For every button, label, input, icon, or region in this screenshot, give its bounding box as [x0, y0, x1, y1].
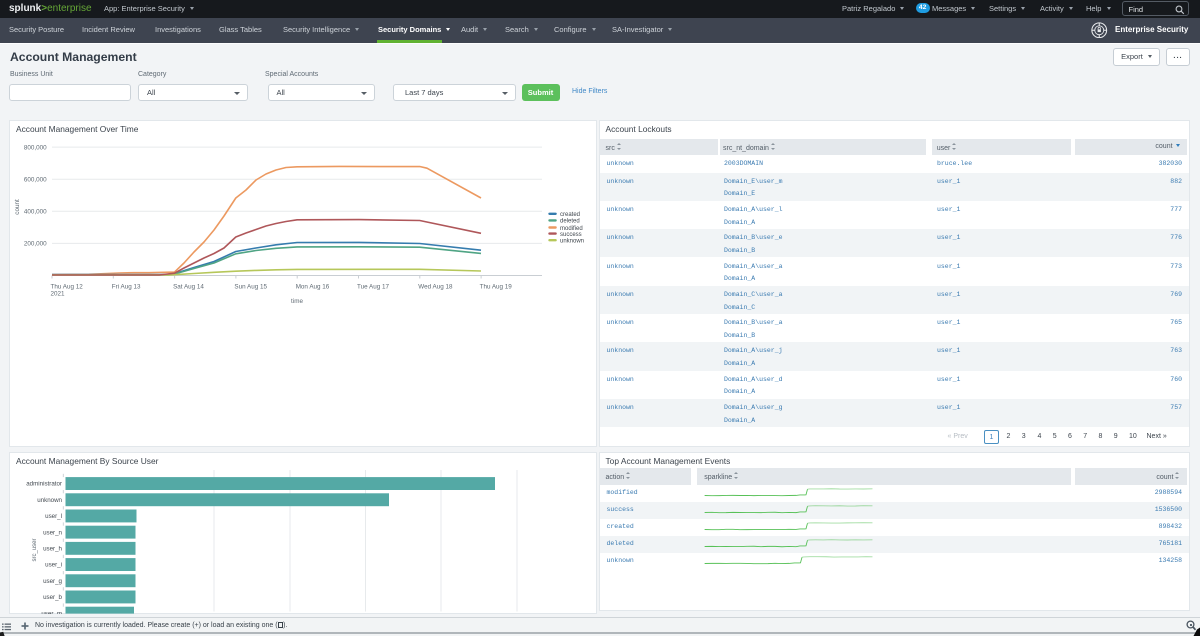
svg-text:user_m: user_m: [41, 610, 62, 614]
svg-text:created: created: [560, 212, 580, 218]
svg-text:600,000: 600,000: [24, 176, 47, 183]
svg-text:400,000: 400,000: [24, 209, 47, 216]
svg-text:Fri Aug 13: Fri Aug 13: [112, 283, 141, 290]
svg-text:user_i: user_i: [45, 562, 62, 569]
svg-text:success: success: [560, 232, 582, 238]
svg-text:Sun Aug 15: Sun Aug 15: [234, 283, 267, 290]
svg-text:user_h: user_h: [43, 546, 62, 553]
svg-text:administrator: administrator: [26, 481, 62, 488]
svg-text:Thu Aug 12: Thu Aug 12: [51, 283, 84, 290]
svg-text:user_n: user_n: [43, 529, 62, 536]
svg-text:time: time: [291, 298, 303, 305]
svg-text:src_user: src_user: [32, 538, 38, 561]
svg-text:2021: 2021: [51, 291, 66, 298]
svg-text:800,000: 800,000: [24, 144, 47, 151]
svg-text:user_l: user_l: [45, 513, 62, 520]
svg-text:user_b: user_b: [43, 594, 62, 601]
svg-text:Tue Aug 17: Tue Aug 17: [357, 283, 389, 290]
svg-text:modified: modified: [560, 226, 583, 232]
svg-text:unknown: unknown: [560, 239, 584, 245]
svg-text:Thu Aug 19: Thu Aug 19: [480, 283, 513, 290]
svg-text:unknown: unknown: [37, 497, 62, 504]
svg-text:Mon Aug 16: Mon Aug 16: [296, 283, 330, 290]
svg-text:deleted: deleted: [560, 219, 580, 225]
svg-text:Sat Aug 14: Sat Aug 14: [173, 283, 204, 290]
svg-text:200,000: 200,000: [24, 241, 47, 248]
svg-text:Wed Aug 18: Wed Aug 18: [418, 283, 453, 290]
svg-text:count: count: [14, 199, 21, 215]
svg-text:user_g: user_g: [43, 578, 62, 585]
